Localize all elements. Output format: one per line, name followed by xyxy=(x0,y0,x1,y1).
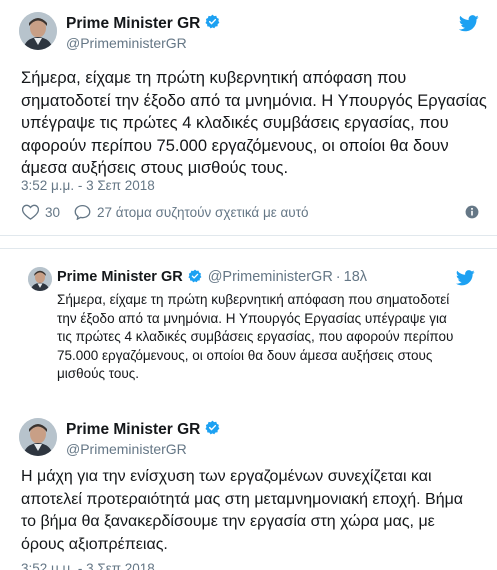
quoted-tweet-text: Σήμερα, είχαμε τη πρώτη κυβερνητική απόφ… xyxy=(57,291,453,384)
tweet-text-line: Σήμερα, είχαμε τη πρώτη κυβερνητική απόφ… xyxy=(21,69,407,87)
tweet-text-line: το βήμα θα ξανακερδίσουμε την εργασία στ… xyxy=(21,513,435,530)
tweet-timestamp[interactable]: 3:52 μ.μ. - 3 Σεπ 2018 xyxy=(21,178,155,193)
reply-button[interactable]: 27 άτομα συζητούν σχετικά με αυτό xyxy=(74,204,309,220)
tweet-text-line: σηματοδοτεί την έξοδο από τα μνημόνια. Η… xyxy=(21,91,487,110)
verified-badge-icon xyxy=(188,269,202,287)
author-name[interactable]: Prime Minister GR xyxy=(66,15,200,33)
author-handle[interactable]: @PrimeministerGR xyxy=(66,35,187,51)
heart-icon xyxy=(22,204,45,220)
tweet-text-line: Η μάχη για την ενίσχυση των εργαζομένων … xyxy=(21,468,432,485)
separator-dot: · xyxy=(335,269,341,285)
like-count: 30 xyxy=(45,204,61,220)
author-name[interactable]: Prime Minister GR xyxy=(66,421,200,439)
quoted-avatar[interactable] xyxy=(28,267,52,291)
conversation-count: 27 άτομα συζητούν σχετικά με αυτό xyxy=(97,204,309,220)
tweet-actions: 30 27 άτομα συζητούν σχετικά με αυτό xyxy=(22,204,323,220)
tweet-timestamp[interactable]: 3:52 μ.μ. - 3 Σεπ 2018 xyxy=(21,561,155,570)
quoted-text-line: 75.000 εργαζόμενους, οι οποίοι θα δουν ά… xyxy=(57,347,433,363)
tweet-text-line: υπέγραψε τις πρώτες 4 κλαδικές συμβάσεις… xyxy=(21,114,449,132)
twitter-bird-icon[interactable] xyxy=(455,270,475,291)
quoted-text-line: την έξοδο από τα μνημόνια. Η Υπουργός Ερ… xyxy=(57,310,447,326)
info-icon[interactable] xyxy=(465,205,479,224)
verified-badge-icon xyxy=(205,420,220,440)
tweet-text-line: αφορούν περίπου 75.000 εργαζόμενους, οι … xyxy=(21,136,449,155)
quoted-author-handle[interactable]: @PrimeministerGR xyxy=(208,269,333,285)
like-button[interactable]: 30 xyxy=(22,204,60,220)
tweet-text: Η μάχη για την ενίσχυση των εργαζομένων … xyxy=(21,466,463,556)
avatar[interactable] xyxy=(19,12,57,50)
quoted-timestamp[interactable]: 18λ xyxy=(344,269,367,285)
author-handle[interactable]: @PrimeministerGR xyxy=(66,441,187,457)
quoted-header: Prime Minister GR @PrimeministerGR · 18λ xyxy=(57,269,367,287)
tweet-card-1: Prime Minister GR @PrimeministerGR Σήμερ… xyxy=(0,0,497,236)
quoted-text-line: μισθούς τους. xyxy=(57,366,140,381)
quoted-text-line: τις πρώτες 4 κλαδικές συμβάσεις εργασίας… xyxy=(57,329,454,344)
tweet-text-line: όρους αξιοπρέπειας. xyxy=(21,535,168,553)
tweet-text: Σήμερα, είχαμε τη πρώτη κυβερνητική απόφ… xyxy=(21,67,487,180)
tweet-text-line: άμεσα αυξήσεις στους μισθούς τους. xyxy=(21,159,289,177)
quoted-author-name[interactable]: Prime Minister GR xyxy=(57,269,183,285)
verified-badge-icon xyxy=(205,14,220,34)
reply-bubble-icon xyxy=(74,204,97,220)
quoted-text-line: Σήμερα, είχαμε τη πρώτη κυβερνητική απόφ… xyxy=(57,292,450,307)
twitter-bird-icon[interactable] xyxy=(458,15,479,37)
tweet-text-line: αποτελεί προτεραιότητά μας στη μεταμνημο… xyxy=(21,490,464,508)
quoted-tweet[interactable]: Prime Minister GR @PrimeministerGR · 18λ… xyxy=(24,263,486,383)
tweet-card-2: Prime Minister GR @PrimeministerGR · 18λ… xyxy=(0,248,497,570)
avatar[interactable] xyxy=(19,418,57,456)
